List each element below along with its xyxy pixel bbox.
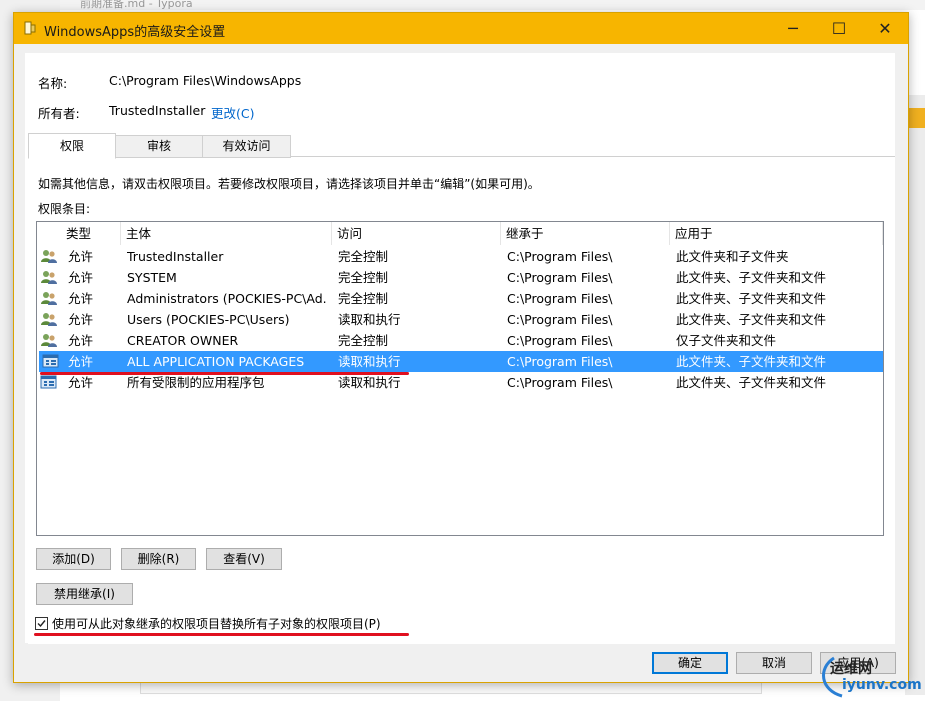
cell-applies-to: 此文件夹、子文件夹和文件 bbox=[676, 375, 827, 390]
permission-entries-list[interactable]: 类型 主体 访问 继承于 应用于 允许 TrustedInstaller 完全控制 C… bbox=[36, 221, 884, 536]
cell-type: 允许 bbox=[68, 312, 94, 327]
cell-principal: 所有受限制的应用程序包 bbox=[127, 375, 265, 390]
cell-principal: CREATOR OWNER bbox=[127, 333, 239, 348]
view-button[interactable]: 查看(V) bbox=[206, 548, 282, 570]
cell-type: 允许 bbox=[68, 354, 94, 369]
user-group-icon bbox=[40, 248, 58, 264]
annotation-underline-selected-row bbox=[40, 372, 409, 375]
info-text: 如需其他信息，请双击权限项目。若要修改权限项目，请选择该项目并单击“编辑”(如果… bbox=[38, 177, 540, 191]
cell-inherited-from: C:\Program Files\ bbox=[507, 375, 613, 390]
cell-access: 读取和执行 bbox=[338, 354, 401, 369]
list-item[interactable]: 允许 TrustedInstaller 完全控制 C:\Program Files\ 此… bbox=[37, 246, 883, 267]
add-button[interactable]: 添加(D) bbox=[36, 548, 111, 570]
permission-entries-label: 权限条目: bbox=[38, 202, 91, 216]
ok-button[interactable]: 确定 bbox=[652, 652, 728, 674]
cell-principal: ALL APPLICATION PACKAGES bbox=[127, 354, 305, 369]
annotation-underline-checkbox bbox=[34, 633, 409, 636]
cell-principal: Administrators (POCKIES-PC\Ad... bbox=[127, 291, 327, 306]
background-window-title: 前期准备.md - Typora bbox=[80, 0, 193, 10]
cell-type: 允许 bbox=[68, 270, 94, 285]
list-item[interactable]: 允许 ALL APPLICATION PACKAGES 读取和执行 C:\Progra… bbox=[39, 351, 883, 372]
cell-principal: Users (POCKIES-PC\Users) bbox=[127, 312, 290, 327]
cell-access: 完全控制 bbox=[338, 249, 389, 264]
column-header-inherited-from[interactable]: 继承于 bbox=[501, 222, 670, 245]
cell-inherited-from: C:\Program Files\ bbox=[507, 333, 613, 348]
owner-label: 所有者: bbox=[38, 106, 80, 121]
disable-inheritance-button[interactable]: 禁用继承(I) bbox=[36, 583, 133, 605]
cell-inherited-from: C:\Program Files\ bbox=[507, 270, 613, 285]
cell-applies-to: 此文件夹、子文件夹和文件 bbox=[676, 270, 827, 285]
tab-permissions[interactable]: 权限 bbox=[28, 133, 116, 159]
list-item[interactable]: 允许 SYSTEM 完全控制 C:\Program Files\ 此文件夹、子文件夹和文… bbox=[37, 267, 883, 288]
dialog-title: WindowsApps的高级安全设置 bbox=[44, 25, 226, 40]
cell-inherited-from: C:\Program Files\ bbox=[507, 312, 613, 327]
column-header-applies-to[interactable]: 应用于 bbox=[670, 222, 883, 245]
owner-value: TrustedInstaller bbox=[109, 103, 206, 118]
tab-effective-access[interactable]: 有效访问 bbox=[202, 135, 291, 158]
list-header: 类型 主体 访问 继承于 应用于 bbox=[37, 222, 883, 245]
change-owner-link[interactable]: 更改(C) bbox=[211, 103, 254, 122]
checkmark-icon bbox=[37, 620, 46, 628]
watermark-url: iyunv.com bbox=[842, 677, 922, 693]
cell-inherited-from: C:\Program Files\ bbox=[507, 354, 613, 369]
cell-inherited-from: C:\Program Files\ bbox=[507, 249, 613, 264]
cell-principal: SYSTEM bbox=[127, 270, 177, 285]
cancel-button[interactable]: 取消 bbox=[736, 652, 812, 674]
dialog-titlebar[interactable]: WindowsApps的高级安全设置 ─ ☐ ✕ bbox=[14, 13, 908, 44]
background-window-titlebar: 前期准备.md - Typora bbox=[60, 0, 925, 10]
cell-type: 允许 bbox=[68, 249, 94, 264]
cell-type: 允许 bbox=[68, 375, 94, 390]
name-value: C:\Program Files\WindowsApps bbox=[109, 73, 302, 88]
user-group-icon bbox=[40, 290, 58, 306]
cell-access: 完全控制 bbox=[338, 333, 389, 348]
user-group-icon bbox=[40, 311, 58, 327]
list-item[interactable]: 允许 Users (POCKIES-PC\Users) 读取和执行 C:\Progra… bbox=[37, 309, 883, 330]
tab-auditing[interactable]: 审核 bbox=[115, 135, 203, 158]
name-label: 名称: bbox=[38, 76, 68, 91]
list-item[interactable]: 允许 所有受限制的应用程序包 读取和执行 C:\Program Files\ 此文件夹、… bbox=[37, 372, 883, 393]
list-item[interactable]: 允许 CREATOR OWNER 完全控制 C:\Program Files\ 仅子文件… bbox=[37, 330, 883, 351]
column-header-principal[interactable]: 主体 bbox=[121, 222, 332, 245]
cell-applies-to: 此文件夹、子文件夹和文件 bbox=[676, 354, 827, 369]
close-button[interactable]: ✕ bbox=[862, 13, 908, 44]
cell-access: 读取和执行 bbox=[338, 375, 401, 390]
watermark-text: 运维网 bbox=[830, 661, 872, 677]
remove-button[interactable]: 删除(R) bbox=[121, 548, 196, 570]
column-header-type[interactable]: 类型 bbox=[61, 222, 121, 245]
user-group-icon bbox=[40, 269, 58, 285]
user-group-icon bbox=[40, 332, 58, 348]
cell-access: 读取和执行 bbox=[338, 312, 401, 327]
folder-lock-icon bbox=[24, 21, 36, 35]
list-item[interactable]: 允许 Administrators (POCKIES-PC\Ad... 完全控制 C:… bbox=[37, 288, 883, 309]
replace-child-permissions-checkbox[interactable] bbox=[35, 617, 48, 630]
minimize-button[interactable]: ─ bbox=[770, 13, 816, 44]
cell-applies-to: 此文件夹和子文件夹 bbox=[676, 249, 789, 264]
column-header-access[interactable]: 访问 bbox=[332, 222, 501, 245]
cell-type: 允许 bbox=[68, 333, 94, 348]
cell-principal: TrustedInstaller bbox=[127, 249, 224, 264]
cell-type: 允许 bbox=[68, 291, 94, 306]
background-scrollbar bbox=[140, 682, 762, 694]
maximize-button[interactable]: ☐ bbox=[816, 13, 862, 44]
cell-inherited-from: C:\Program Files\ bbox=[507, 291, 613, 306]
cell-applies-to: 此文件夹、子文件夹和文件 bbox=[676, 312, 827, 327]
cell-applies-to: 此文件夹、子文件夹和文件 bbox=[676, 291, 827, 306]
app-package-icon bbox=[42, 353, 60, 369]
advanced-security-dialog: WindowsApps的高级安全设置 ─ ☐ ✕ 名称: C:\Program … bbox=[13, 12, 909, 683]
cell-access: 完全控制 bbox=[338, 270, 389, 285]
app-package-icon bbox=[40, 374, 58, 390]
cell-access: 完全控制 bbox=[338, 291, 389, 306]
replace-child-permissions-label[interactable]: 使用可从此对象继承的权限项目替换所有子对象的权限项目(P) bbox=[52, 615, 381, 632]
background-highlight bbox=[908, 108, 925, 128]
cell-applies-to: 仅子文件夹和文件 bbox=[676, 333, 777, 348]
